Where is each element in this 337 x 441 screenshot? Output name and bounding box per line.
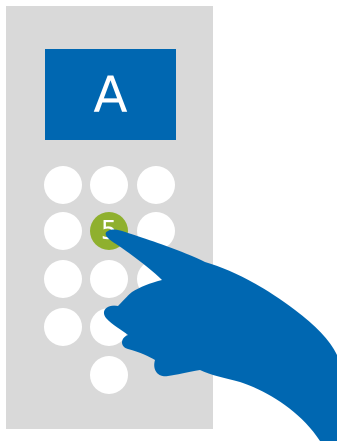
keypad-button[interactable] — [44, 212, 82, 250]
keypad-button[interactable] — [90, 308, 128, 346]
keypad-button[interactable] — [90, 356, 128, 394]
keypad-button-pressed[interactable]: 5 — [90, 212, 128, 250]
keypad-button[interactable] — [90, 260, 128, 298]
keypad-button[interactable] — [44, 260, 82, 298]
keypad-button[interactable] — [137, 260, 175, 298]
floor-display: A — [45, 49, 176, 140]
keypad-button[interactable] — [137, 166, 175, 204]
keypad-button[interactable] — [44, 166, 82, 204]
keypad-button[interactable] — [44, 308, 82, 346]
keypad-button-number: 5 — [100, 216, 118, 246]
floor-display-letter: A — [93, 65, 128, 124]
keypad-button[interactable] — [137, 308, 175, 346]
keypad-button[interactable] — [90, 166, 128, 204]
keypad-button[interactable] — [137, 212, 175, 250]
